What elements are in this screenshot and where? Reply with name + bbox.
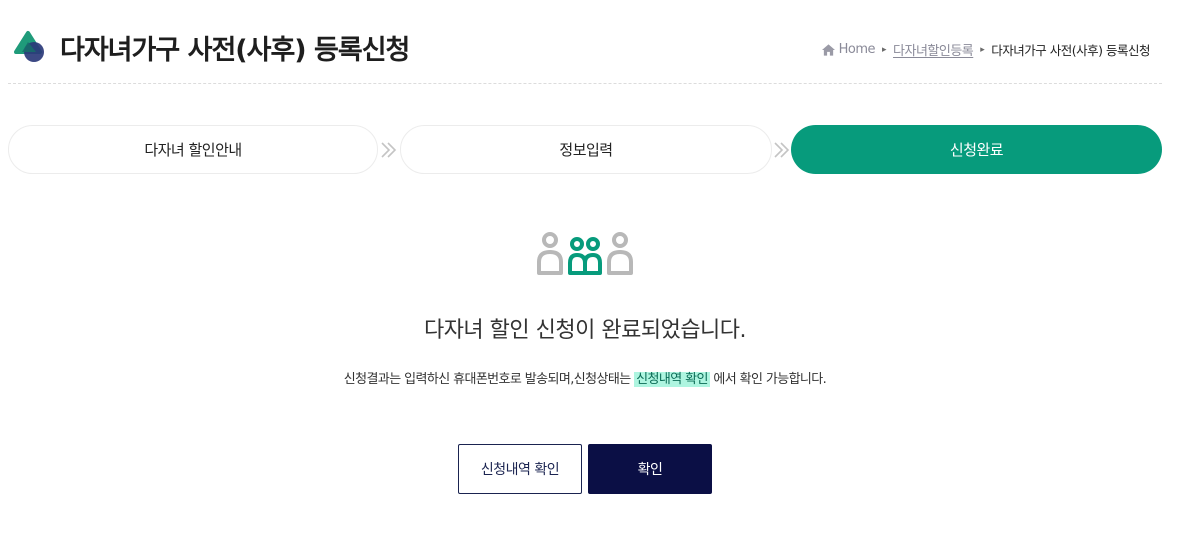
breadcrumb-home-link[interactable]: Home — [839, 42, 876, 57]
view-history-button[interactable]: 신청내역 확인 — [458, 444, 582, 494]
breadcrumb-item-current: 다자녀가구 사전(사후) 등록신청 — [991, 43, 1150, 58]
completion-title: 다자녀 할인 신청이 완료되었습니다. — [423, 318, 747, 343]
breadcrumb-separator-icon: ▸ — [980, 44, 985, 55]
breadcrumb-item-discount-registration[interactable]: 다자녀할인등록 — [893, 40, 974, 59]
double-chevron-right-icon — [774, 142, 790, 158]
family-people-icon — [537, 232, 633, 275]
step-info-input: 정보입력 — [400, 125, 772, 174]
breadcrumb-separator-icon: ▸ — [882, 44, 887, 55]
home-icon — [821, 43, 835, 56]
step-application-complete: 신청완료 — [791, 125, 1162, 174]
completion-desc-highlight: 신청내역 확인 — [634, 372, 710, 387]
page-title: 다자녀가구 사전(사후) 등록신청 — [60, 35, 410, 66]
confirm-button[interactable]: 확인 — [588, 444, 712, 494]
brand-logo-icon — [14, 31, 44, 62]
step-discount-info: 다자녀 할인안내 — [8, 125, 378, 174]
double-chevron-right-icon — [381, 142, 397, 158]
completion-desc-text: 신청결과는 입력하신 휴대폰번호로 발송되며,신청상태는 — [343, 372, 635, 387]
breadcrumb: Home ▸ 다자녀할인등록 ▸ 다자녀가구 사전(사후) 등록신청 — [821, 40, 1150, 59]
completion-description: 신청결과는 입력하신 휴대폰번호로 발송되며,신청상태는 신청내역 확인 에서 … — [0, 368, 1170, 387]
header-divider — [8, 83, 1162, 84]
completion-desc-text-end: 에서 확인 가능합니다. — [709, 372, 827, 387]
